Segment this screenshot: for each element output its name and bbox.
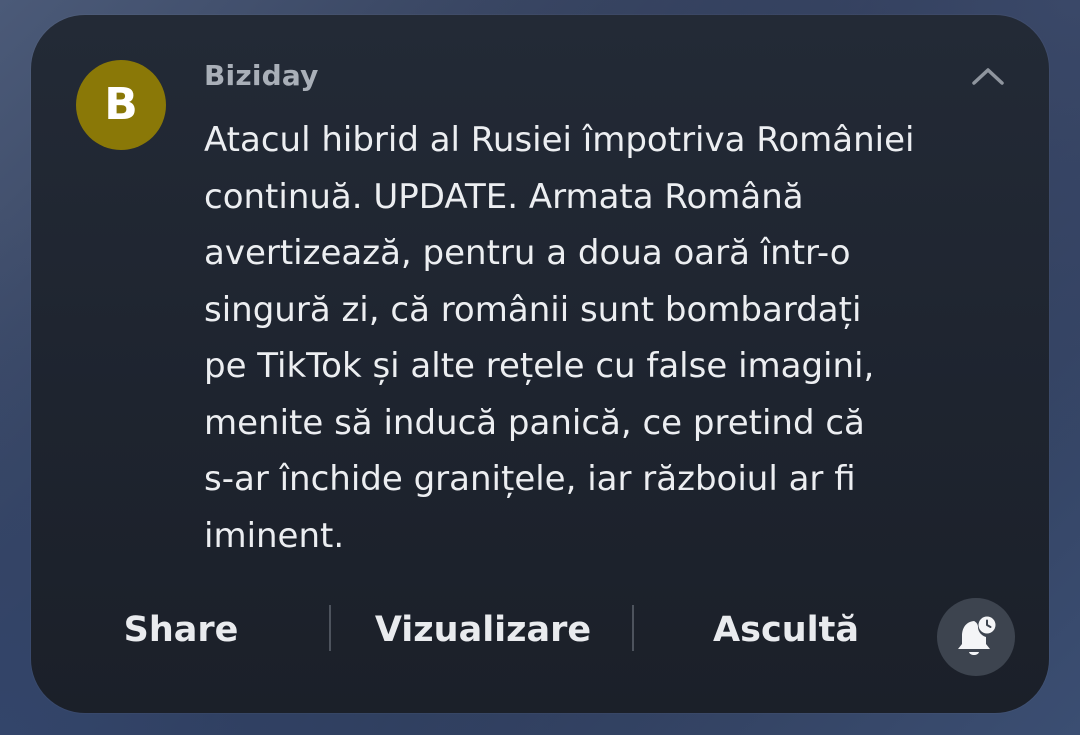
message-line: iminent. — [204, 515, 345, 556]
message-line: pe TikTok și alte rețele cu false imagin… — [204, 346, 875, 386]
share-button[interactable]: Share — [101, 600, 261, 660]
view-button[interactable]: Vizualizare — [361, 600, 605, 660]
bell-snooze-icon — [958, 616, 996, 655]
notification-message: Atacul hibrid al Rusiei împotriva Români… — [204, 112, 994, 564]
listen-button[interactable]: Ascultă — [691, 600, 881, 660]
chevron-up-icon — [972, 68, 1004, 85]
action-divider — [329, 605, 331, 651]
notification-card[interactable]: B Biziday Atacul hibrid al Rusiei împotr… — [31, 15, 1049, 713]
message-line: continuă. UPDATE. Armata Română — [204, 176, 804, 217]
action-divider — [632, 605, 634, 651]
message-line: singură zi, că românii sunt bombardați — [204, 289, 862, 330]
notification-actions: Share Vizualizare Ascultă — [31, 600, 1049, 660]
app-name: Biziday — [204, 59, 319, 92]
message-line: s-ar închide granițele, iar războiul ar … — [204, 459, 856, 499]
app-avatar: B — [76, 60, 166, 150]
message-line: menite să inducă panică, ce pretind că — [204, 402, 865, 443]
message-line: Atacul hibrid al Rusiei împotriva Români… — [204, 120, 915, 160]
message-line: avertizează, pentru a doua oară într-o — [204, 233, 851, 273]
snooze-button[interactable] — [937, 598, 1015, 676]
collapse-button[interactable] — [966, 59, 1010, 95]
